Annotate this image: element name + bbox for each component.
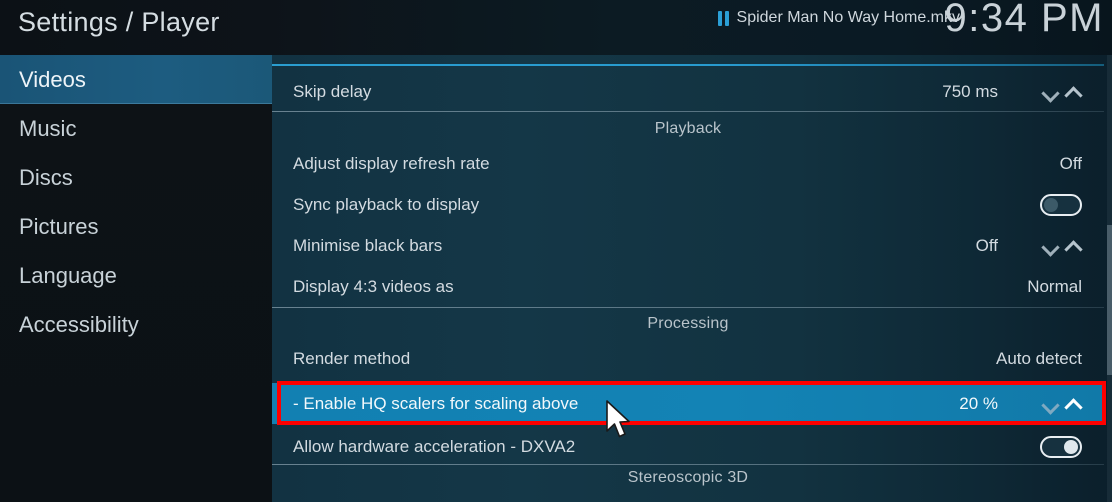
spinner-skip-delay[interactable] [1042, 85, 1082, 98]
setting-row-adjust-display-refresh-rate[interactable]: Adjust display refresh rate Off [272, 143, 1104, 184]
sidebar-item-language[interactable]: Language [0, 251, 272, 300]
setting-row-skip-delay[interactable]: Skip delay 750 ms [272, 71, 1104, 112]
setting-label: Skip delay [293, 81, 372, 101]
spinner-hq-scalers[interactable] [1042, 397, 1082, 410]
toggle-knob [1064, 440, 1078, 454]
sidebar-item-accessibility[interactable]: Accessibility [0, 300, 272, 349]
setting-label: Render method [293, 348, 411, 368]
section-header-playback: Playback [654, 120, 722, 137]
toggle-knob [1044, 198, 1058, 212]
sidebar-item-label: Discs [19, 164, 73, 190]
clock: 9:34 PM [944, 0, 1104, 40]
setting-label: Allow hardware acceleration - DXVA2 [293, 436, 576, 456]
setting-label: Display 4:3 videos as [293, 276, 454, 296]
chevron-down-icon[interactable] [1042, 239, 1059, 252]
setting-label: Sync playback to display [293, 194, 480, 214]
setting-label: - Enable HQ scalers for scaling above [293, 393, 579, 413]
now-playing-indicator: Spider Man No Way Home.mkv [717, 9, 960, 27]
chevron-down-icon[interactable] [1042, 397, 1059, 410]
scrollbar-track[interactable] [1107, 55, 1112, 502]
setting-value: 20 % [959, 393, 998, 413]
setting-row-allow-hardware-acceleration[interactable]: Allow hardware acceleration - DXVA2 [272, 426, 1104, 467]
window-header: Settings / Player Spider Man No Way Home… [0, 0, 1112, 55]
setting-value: Off [1059, 153, 1082, 173]
sidebar-item-label: Pictures [19, 213, 99, 239]
setting-label: Adjust display refresh rate [293, 153, 490, 173]
toggle-sync-playback[interactable] [1040, 194, 1082, 216]
spinner-minimise-black-bars[interactable] [1042, 239, 1082, 252]
chevron-up-icon[interactable] [1065, 239, 1082, 252]
mouse-cursor [606, 400, 630, 438]
sidebar-item-discs[interactable]: Discs [0, 153, 272, 202]
chevron-up-icon[interactable] [1065, 85, 1082, 98]
top-accent-divider [272, 64, 1104, 66]
sidebar-item-label: Videos [19, 66, 86, 92]
row-divider [272, 111, 1104, 112]
section-header-stereoscopic-3d: Stereoscopic 3D [627, 469, 749, 486]
setting-row-enable-hq-scalers[interactable]: - Enable HQ scalers for scaling above 20… [272, 383, 1104, 424]
sidebar-item-label: Language [19, 262, 117, 288]
setting-row-display-43-videos-as[interactable]: Display 4:3 videos as Normal [272, 266, 1104, 307]
section-header-processing: Processing [647, 315, 729, 332]
scrollbar-thumb[interactable] [1107, 225, 1112, 375]
pause-icon [717, 10, 729, 26]
sidebar-item-music[interactable]: Music [0, 104, 272, 153]
setting-label: Minimise black bars [293, 235, 443, 255]
sidebar-item-pictures[interactable]: Pictures [0, 202, 272, 251]
setting-value: 750 ms [942, 81, 998, 101]
sidebar-item-videos[interactable]: Videos [0, 55, 272, 104]
settings-list-panel: Skip delay 750 ms Playback Adjust displa… [272, 55, 1112, 502]
toggle-hardware-acceleration[interactable] [1040, 436, 1082, 458]
setting-value: Normal [1027, 276, 1082, 296]
chevron-up-icon[interactable] [1065, 397, 1082, 410]
setting-row-minimise-black-bars[interactable]: Minimise black bars Off [272, 225, 1104, 266]
now-playing-title: Spider Man No Way Home.mkv [736, 9, 960, 26]
sidebar-item-label: Accessibility [19, 311, 139, 337]
row-divider [272, 307, 1104, 308]
setting-value: Auto detect [995, 348, 1082, 368]
settings-category-sidebar: Videos Music Discs Pictures Language Acc… [0, 55, 272, 502]
page-title: Settings / Player [18, 7, 220, 37]
setting-value: Off [975, 235, 998, 255]
sidebar-item-label: Music [19, 115, 77, 141]
setting-row-sync-playback-to-display[interactable]: Sync playback to display [272, 184, 1104, 225]
kodi-settings-screen: Settings / Player Spider Man No Way Home… [0, 0, 1112, 502]
setting-row-render-method[interactable]: Render method Auto detect [272, 338, 1104, 379]
chevron-down-icon[interactable] [1042, 85, 1059, 98]
